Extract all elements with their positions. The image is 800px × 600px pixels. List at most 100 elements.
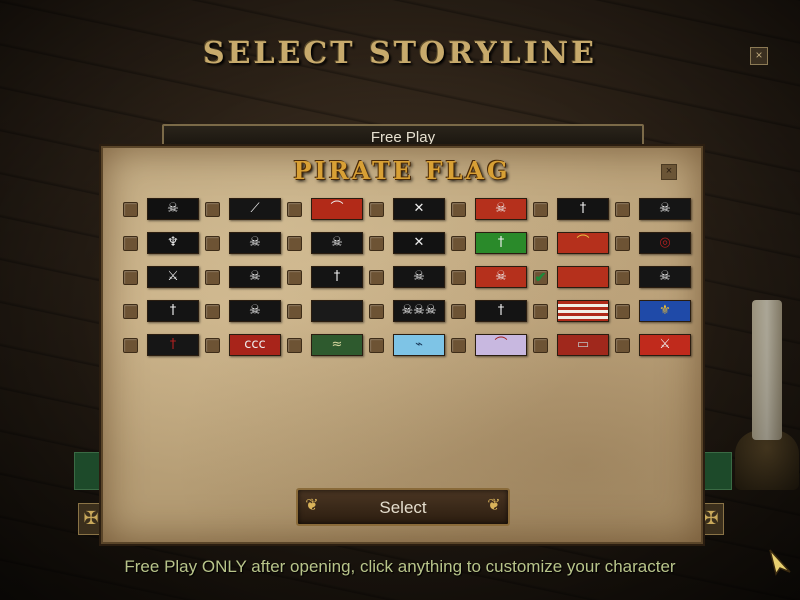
skull-crossbones-icon[interactable]: ☠ [393, 266, 445, 288]
flag-option[interactable]: ⚜ [615, 300, 691, 322]
skeleton-icon[interactable]: † [475, 232, 527, 254]
flag-option[interactable]: ♆ [123, 232, 199, 254]
flag-option[interactable]: ☠ [369, 266, 445, 288]
skull-crossbones-icon[interactable]: ☠ [475, 266, 527, 288]
flag-checkbox[interactable] [287, 338, 302, 353]
flag-checkbox[interactable] [451, 236, 466, 251]
flag-checkbox[interactable] [533, 202, 548, 217]
flag-checkbox[interactable] [615, 202, 630, 217]
flag-checkbox[interactable] [369, 236, 384, 251]
flag-option[interactable]: ▭ [533, 334, 609, 356]
skeleton-icon[interactable]: ✕ [393, 198, 445, 220]
flag-checkbox[interactable] [533, 304, 548, 319]
flag-option[interactable]: ☠ [205, 232, 281, 254]
flag-option[interactable]: ☠ [451, 266, 527, 288]
skull-crossbones-icon[interactable]: ☠ [475, 198, 527, 220]
flag-option[interactable]: ⌁ [369, 334, 445, 356]
flag-checkbox[interactable] [123, 338, 138, 353]
flag-checkbox[interactable] [123, 270, 138, 285]
red-figure-icon[interactable]: † [147, 334, 199, 356]
red-crossed-swords-icon[interactable]: ⚔ [639, 334, 691, 356]
flag-checkbox-checked[interactable]: ✔ [533, 270, 548, 285]
white-sword-icon[interactable]: ⌒ [557, 232, 609, 254]
lavender-flag-icon[interactable]: ⌒ [475, 334, 527, 356]
skeleton-icon[interactable]: † [311, 266, 363, 288]
flag-checkbox[interactable] [615, 304, 630, 319]
flag-checkbox[interactable] [533, 338, 548, 353]
flag-checkbox[interactable] [287, 270, 302, 285]
skeleton-icon[interactable]: † [475, 300, 527, 322]
green-flag-icon[interactable]: ≈ [311, 334, 363, 356]
dialog-close-button[interactable]: × [661, 164, 677, 180]
flag-option[interactable]: ☠ [205, 266, 281, 288]
flag-checkbox[interactable] [615, 270, 630, 285]
red-flag-icon[interactable]: ccc [229, 334, 281, 356]
flag-checkbox[interactable] [123, 236, 138, 251]
red-spiral-icon[interactable]: ◎ [639, 232, 691, 254]
skull-icon[interactable]: ☠ [639, 266, 691, 288]
flag-option[interactable]: ⌒ [451, 334, 527, 356]
flag-checkbox[interactable] [123, 304, 138, 319]
skull-crossbones-icon[interactable]: ☠ [229, 232, 281, 254]
flag-checkbox[interactable] [205, 236, 220, 251]
flag-option[interactable]: ccc [205, 334, 281, 356]
flag-option[interactable] [287, 300, 363, 322]
flag-checkbox[interactable] [205, 338, 220, 353]
red-flag-icon[interactable] [557, 266, 609, 288]
flag-option[interactable]: ✕ [369, 198, 445, 220]
flag-checkbox[interactable] [615, 236, 630, 251]
flag-checkbox[interactable] [123, 202, 138, 217]
flag-checkbox[interactable] [205, 202, 220, 217]
flag-checkbox[interactable] [369, 304, 384, 319]
flag-checkbox[interactable] [451, 304, 466, 319]
skeleton-icon[interactable]: ⚔ [147, 266, 199, 288]
skulls-icon[interactable]: ☠☠☠ [393, 300, 445, 322]
skull-crossbones-icon[interactable]: ☠ [639, 198, 691, 220]
flag-option[interactable]: ✕ [369, 232, 445, 254]
flag-option[interactable]: ☠ [123, 198, 199, 220]
white-sword-icon[interactable]: ⟋ [229, 198, 281, 220]
flag-option[interactable]: † [533, 198, 609, 220]
cyan-flag-icon[interactable]: ⌁ [393, 334, 445, 356]
flag-checkbox[interactable] [451, 270, 466, 285]
skeleton-icon[interactable]: ♆ [147, 232, 199, 254]
flag-option[interactable]: ⌒ [287, 198, 363, 220]
red-crest-flag-icon[interactable]: ▭ [557, 334, 609, 356]
flag-option[interactable]: ⚔ [615, 334, 691, 356]
flag-checkbox[interactable] [451, 202, 466, 217]
flag-checkbox[interactable] [287, 202, 302, 217]
flag-checkbox[interactable] [533, 236, 548, 251]
skull-crossed-swords-icon[interactable]: ☠ [147, 198, 199, 220]
skeleton-icon[interactable]: † [557, 198, 609, 220]
flag-option[interactable]: † [451, 232, 527, 254]
flag-option[interactable]: ⟋ [205, 198, 281, 220]
flag-option[interactable]: † [451, 300, 527, 322]
flag-option[interactable]: ✔ [533, 266, 609, 288]
flag-option[interactable]: ☠ [287, 232, 363, 254]
flag-option[interactable]: ☠ [615, 266, 691, 288]
flag-option[interactable]: † [287, 266, 363, 288]
black-flag-icon[interactable] [311, 300, 363, 322]
flag-option[interactable]: ⚔ [123, 266, 199, 288]
flag-option[interactable]: ≈ [287, 334, 363, 356]
flag-checkbox[interactable] [287, 304, 302, 319]
select-button[interactable]: ❦ Select ❦ [296, 488, 510, 526]
flag-checkbox[interactable] [369, 338, 384, 353]
flag-checkbox[interactable] [451, 338, 466, 353]
flag-checkbox[interactable] [369, 202, 384, 217]
fleur-de-lis-icon[interactable]: ⚜ [639, 300, 691, 322]
flag-option[interactable]: † [123, 300, 199, 322]
skull-crossbones-icon[interactable]: ☠ [229, 266, 281, 288]
screen-close-button[interactable]: × [750, 47, 768, 65]
flag-option[interactable]: ☠ [451, 198, 527, 220]
flag-option[interactable]: ⌒ [533, 232, 609, 254]
flag-option[interactable]: ☠ [615, 198, 691, 220]
flag-option[interactable]: ◎ [615, 232, 691, 254]
flag-checkbox[interactable] [205, 270, 220, 285]
flag-checkbox[interactable] [369, 270, 384, 285]
skull-crossbones-icon[interactable]: ☠ [229, 300, 281, 322]
skull-icon[interactable]: ☠ [311, 232, 363, 254]
skulls-icon[interactable]: ✕ [393, 232, 445, 254]
flag-checkbox[interactable] [287, 236, 302, 251]
flag-option[interactable]: ☠ [205, 300, 281, 322]
